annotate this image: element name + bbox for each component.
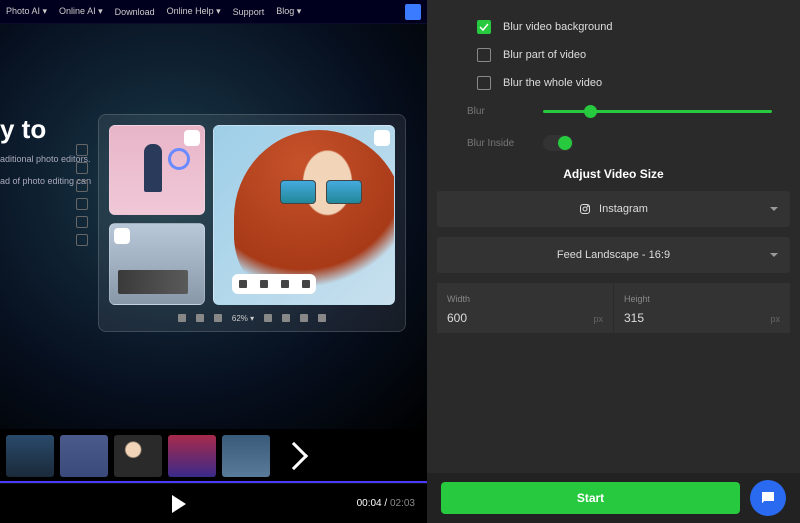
blur-label: Blur (467, 106, 525, 117)
tool-icon[interactable] (264, 314, 272, 322)
nav-support[interactable]: Support (233, 7, 265, 17)
height-field[interactable]: Height 315 px (614, 283, 790, 333)
chat-icon (759, 489, 777, 507)
blur-slider[interactable] (543, 110, 772, 113)
chevron-down-icon (770, 207, 778, 211)
tool-icon[interactable] (318, 314, 326, 322)
opt-blur-whole[interactable]: Blur the whole video (477, 76, 760, 90)
blur-inside-label: Blur Inside (467, 138, 525, 149)
checkbox-icon[interactable] (477, 20, 491, 34)
width-field[interactable]: Width 600 px (437, 283, 614, 333)
video-preview: y to aditional photo editors. ad of phot… (0, 24, 427, 429)
top-nav: Photo AI ▾ Online AI ▾ Download Online H… (0, 0, 427, 24)
zoom-percent[interactable]: 62% ▾ (232, 314, 254, 323)
nav-blog[interactable]: Blog ▾ (276, 6, 301, 17)
tool-icon[interactable] (76, 162, 88, 174)
opt-blur-bg[interactable]: Blur video background (477, 20, 760, 34)
tool-icon[interactable] (300, 314, 308, 322)
redo-icon[interactable] (196, 314, 204, 322)
chevron-down-icon (770, 253, 778, 257)
slider-knob[interactable] (584, 105, 597, 118)
editor-frame: 62% ▾ (98, 114, 406, 332)
tool-icon[interactable] (76, 216, 88, 228)
aspect-dropdown[interactable]: Feed Landscape - 16:9 (437, 237, 790, 273)
nav-cta-button[interactable] (405, 4, 421, 20)
width-unit: px (593, 314, 603, 324)
nav-download[interactable]: Download (115, 7, 155, 17)
blur-slider-row: Blur (467, 106, 772, 117)
adjust-size-title: Adjust Video Size (427, 167, 800, 181)
checkbox-icon[interactable] (477, 76, 491, 90)
tool-icon[interactable] (76, 144, 88, 156)
start-button[interactable]: Start (441, 482, 740, 514)
height-unit: px (770, 314, 780, 324)
badge-icon (374, 130, 390, 146)
clip-thumb[interactable] (168, 435, 216, 477)
tool-icon[interactable] (76, 198, 88, 210)
opt-label: Blur video background (503, 21, 612, 33)
opt-label: Blur part of video (503, 49, 586, 61)
thumb-2[interactable] (109, 223, 205, 305)
tool-icon[interactable] (282, 314, 290, 322)
height-label: Height (624, 294, 650, 304)
play-button[interactable] (172, 495, 186, 513)
hero-title: y to (0, 114, 91, 145)
frame-toolbar: 62% ▾ (109, 309, 395, 327)
time-display: 00:04 / 02:03 (357, 498, 415, 509)
next-icon[interactable] (280, 442, 308, 470)
tool-icon[interactable] (76, 234, 88, 246)
checkbox-icon[interactable] (477, 48, 491, 62)
instagram-icon (579, 203, 591, 215)
aspect-value: Feed Landscape - 16:9 (557, 249, 670, 261)
filmstrip (0, 429, 427, 483)
player-bar: 00:04 / 02:03 (0, 483, 427, 523)
clip-thumb[interactable] (60, 435, 108, 477)
time-duration: 02:03 (390, 498, 415, 509)
badge-icon (114, 228, 130, 244)
clip-thumb[interactable] (222, 435, 270, 477)
platform-value: Instagram (599, 203, 648, 215)
width-value: 600 (447, 311, 467, 325)
clip-thumb[interactable] (114, 435, 162, 477)
tool-strip (76, 144, 88, 246)
chat-button[interactable] (750, 480, 786, 516)
undo-icon[interactable] (178, 314, 186, 322)
main-image[interactable] (213, 125, 395, 305)
badge-icon (184, 130, 200, 146)
nav-online-ai[interactable]: Online AI ▾ (59, 6, 103, 17)
thumb-1[interactable] (109, 125, 205, 215)
footer: Start (427, 473, 800, 523)
height-value: 315 (624, 311, 644, 325)
blur-inside-toggle[interactable] (543, 135, 573, 151)
nav-photo-ai[interactable]: Photo AI ▾ (6, 6, 47, 17)
tool-icon[interactable] (214, 314, 222, 322)
width-label: Width (447, 294, 470, 304)
tool-icon[interactable] (76, 180, 88, 192)
time-current: 00:04 (357, 498, 382, 509)
platform-dropdown[interactable]: Instagram (437, 191, 790, 227)
clip-thumb[interactable] (6, 435, 54, 477)
opt-label: Blur the whole video (503, 77, 602, 89)
opt-blur-part[interactable]: Blur part of video (477, 48, 760, 62)
blur-inside-row: Blur Inside (467, 135, 772, 151)
nav-online-help[interactable]: Online Help ▾ (167, 6, 221, 17)
image-toolbar (232, 274, 316, 294)
